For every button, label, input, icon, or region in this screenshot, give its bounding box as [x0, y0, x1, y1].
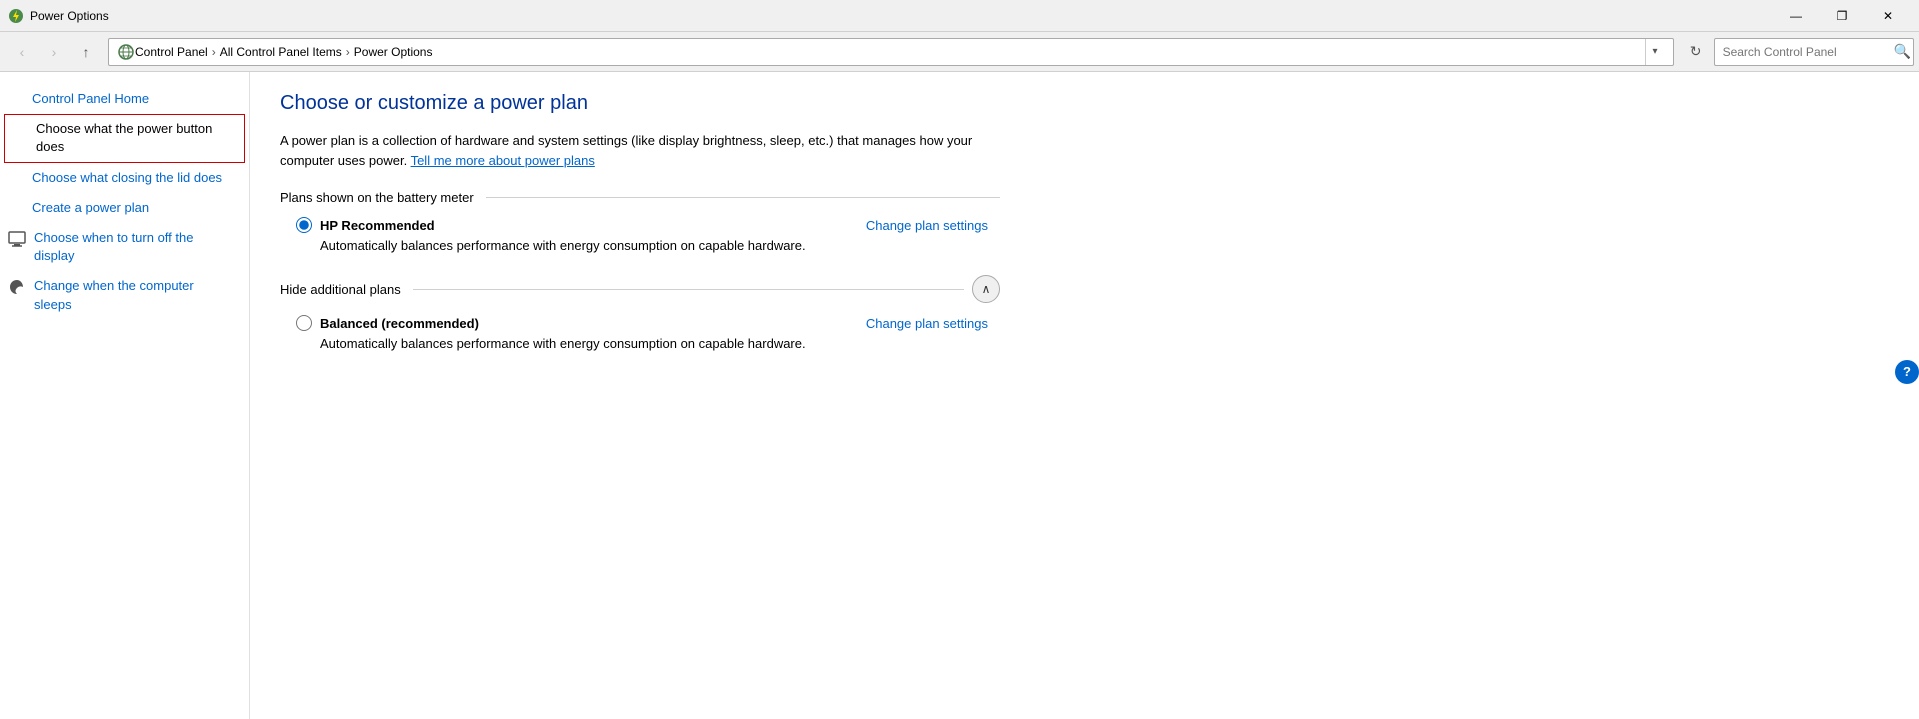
title-bar: Power Options — ❐ ✕: [0, 0, 1919, 32]
learn-more-link[interactable]: Tell me more about power plans: [411, 153, 595, 168]
battery-meter-label: Plans shown on the battery meter: [280, 190, 474, 205]
app-icon: [8, 8, 24, 24]
sidebar-item-turn-off-display[interactable]: Choose when to turn off the display: [0, 223, 249, 271]
hp-recommended-plan: HP Recommended Change plan settings Auto…: [296, 217, 996, 255]
close-button[interactable]: ✕: [1865, 0, 1911, 32]
globe-icon: [117, 43, 135, 61]
additional-plans-section-header: Hide additional plans ∧: [280, 275, 1000, 303]
sleep-icon: [8, 278, 26, 296]
additional-plans-label: Hide additional plans: [280, 282, 401, 297]
refresh-button[interactable]: ↻: [1682, 38, 1710, 66]
back-button[interactable]: ‹: [8, 38, 36, 66]
hp-recommended-plan-header: HP Recommended Change plan settings: [296, 217, 996, 233]
balanced-change-link[interactable]: Change plan settings: [866, 316, 988, 331]
sidebar-item-computer-sleeps[interactable]: Change when the computer sleeps: [0, 271, 249, 319]
address-bar: Control Panel › All Control Panel Items …: [108, 38, 1674, 66]
hp-recommended-radio-label[interactable]: HP Recommended: [296, 217, 435, 233]
sidebar-item-power-button[interactable]: Choose what the power button does: [4, 114, 245, 162]
sidebar-item-lid[interactable]: Choose what closing the lid does: [0, 163, 249, 193]
content-area: Choose or customize a power plan A power…: [250, 72, 1919, 719]
hp-recommended-name: HP Recommended: [320, 218, 435, 233]
breadcrumb: Control Panel › All Control Panel Items …: [135, 45, 1641, 59]
search-input[interactable]: [1714, 38, 1914, 66]
collapse-additional-plans-button[interactable]: ∧: [972, 275, 1000, 303]
hp-recommended-radio[interactable]: [296, 217, 312, 233]
address-dropdown-button[interactable]: ▾: [1645, 39, 1665, 65]
sidebar-item-create-plan[interactable]: Create a power plan: [0, 193, 249, 223]
hp-recommended-desc: Automatically balances performance with …: [320, 237, 996, 255]
additional-plans-divider: [413, 289, 964, 290]
balanced-radio[interactable]: [296, 315, 312, 331]
navigation-bar: ‹ › ↑ Control Panel › All Control Panel …: [0, 32, 1919, 72]
display-icon: [8, 230, 26, 248]
balanced-desc: Automatically balances performance with …: [320, 335, 996, 353]
window-controls: — ❐ ✕: [1773, 0, 1911, 32]
minimize-button[interactable]: —: [1773, 0, 1819, 32]
balanced-plan: Balanced (recommended) Change plan setti…: [296, 315, 996, 353]
page-title: Choose or customize a power plan: [280, 92, 1889, 115]
battery-meter-divider: [486, 197, 1000, 198]
breadcrumb-control-panel[interactable]: Control Panel: [135, 45, 208, 59]
window-title: Power Options: [30, 9, 109, 23]
main-container: Control Panel Home Choose what the power…: [0, 72, 1919, 719]
search-icon: 🔍: [1894, 43, 1911, 60]
up-button[interactable]: ↑: [72, 38, 100, 66]
help-button[interactable]: ?: [1895, 360, 1919, 384]
hp-recommended-change-link[interactable]: Change plan settings: [866, 218, 988, 233]
balanced-name: Balanced (recommended): [320, 316, 479, 331]
sidebar: Control Panel Home Choose what the power…: [0, 72, 250, 719]
battery-meter-section-header: Plans shown on the battery meter: [280, 190, 1000, 205]
balanced-plan-header: Balanced (recommended) Change plan setti…: [296, 315, 996, 331]
forward-button[interactable]: ›: [40, 38, 68, 66]
balanced-radio-label[interactable]: Balanced (recommended): [296, 315, 479, 331]
breadcrumb-all-items[interactable]: All Control Panel Items: [220, 45, 342, 59]
sidebar-item-control-panel-home[interactable]: Control Panel Home: [0, 84, 249, 114]
breadcrumb-power-options[interactable]: Power Options: [354, 45, 433, 59]
description-text: A power plan is a collection of hardware…: [280, 131, 1000, 170]
maximize-button[interactable]: ❐: [1819, 0, 1865, 32]
